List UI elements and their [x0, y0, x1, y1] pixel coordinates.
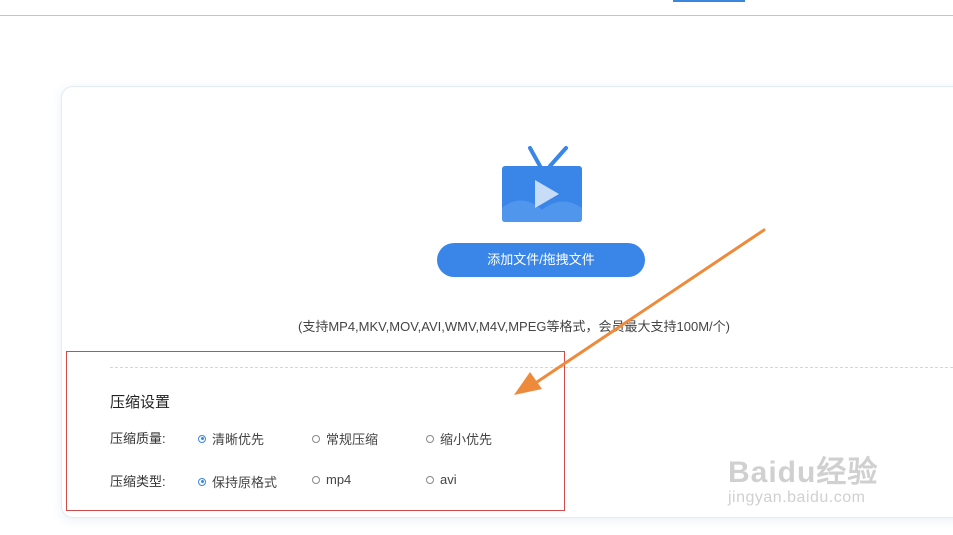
- watermark-main-text: Baidu经验: [728, 456, 879, 489]
- add-file-button[interactable]: 添加文件/拖拽文件: [437, 243, 645, 277]
- type-option-label: 保持原格式: [212, 475, 278, 490]
- quality-option-smaller[interactable]: 缩小优先: [426, 429, 492, 448]
- quality-option-label: 缩小优先: [440, 432, 493, 447]
- radio-unchecked[interactable]: [426, 475, 434, 484]
- type-option-keep-original[interactable]: 保持原格式: [198, 472, 277, 491]
- type-label: 压缩类型:: [110, 474, 166, 489]
- quality-option-normal[interactable]: 常规压缩: [312, 429, 378, 448]
- radio-unchecked[interactable]: [426, 434, 434, 443]
- header-divider: [0, 15, 953, 16]
- type-option-label: avi: [440, 472, 457, 487]
- baidu-watermark: Baidu经验 jingyan.baidu.com: [728, 447, 878, 507]
- quality-option-label: 清晰优先: [212, 432, 265, 447]
- compression-settings-title: 压缩设置: [110, 394, 171, 411]
- quality-option-clear[interactable]: 清晰优先: [198, 429, 264, 448]
- radio-unchecked[interactable]: [312, 434, 320, 443]
- quality-label: 压缩质量:: [110, 431, 166, 446]
- radio-checked[interactable]: [198, 434, 206, 443]
- radio-checked[interactable]: [198, 477, 206, 486]
- type-option-mp4[interactable]: mp4: [312, 472, 351, 487]
- supported-formats-hint: (支持MP4,MKV,MOV,AVI,WMV,M4V,MPEG等格式，会员最大支…: [298, 319, 730, 334]
- quality-option-label: 常规压缩: [326, 432, 379, 447]
- active-nav-indicator: [673, 0, 745, 2]
- watermark-url-text: jingyan.baidu.com: [728, 489, 866, 506]
- type-option-label: mp4: [326, 472, 352, 487]
- type-option-avi[interactable]: avi: [426, 472, 457, 487]
- radio-unchecked[interactable]: [312, 475, 320, 484]
- tv-play-icon: [502, 146, 582, 222]
